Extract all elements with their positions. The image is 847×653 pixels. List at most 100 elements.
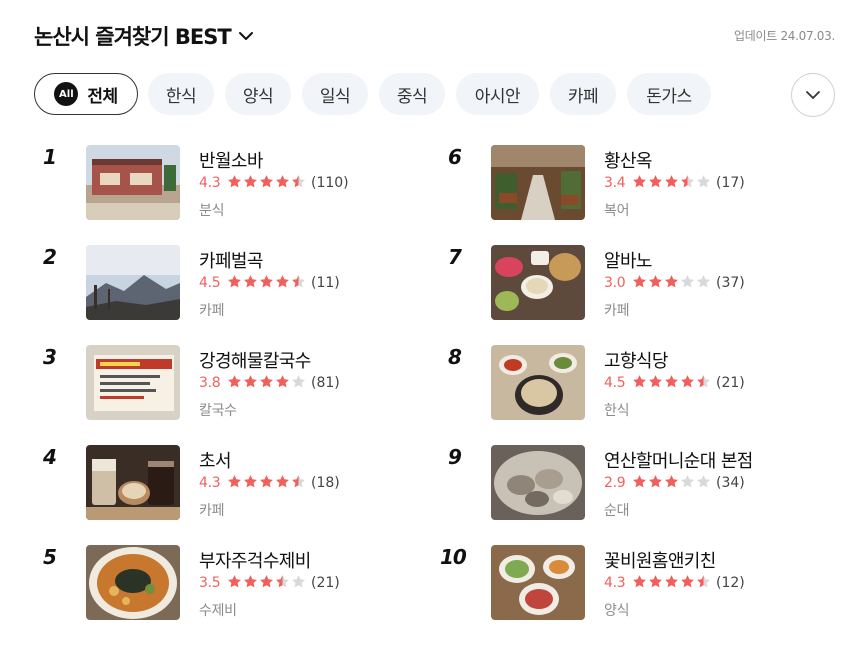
ranking-item[interactable]: 6 황산옥 3.4 (17) 복어 (448, 145, 808, 221)
star-icon (664, 174, 680, 193)
rank-number: 5 (43, 545, 57, 569)
star-icon (680, 574, 696, 593)
rating: 4.5 (21) (604, 374, 745, 392)
rank-number: 1 (43, 145, 57, 169)
filter-chip-all[interactable]: All 전체 (34, 73, 138, 115)
star-icon (648, 174, 664, 193)
review-count: (12) (716, 575, 745, 591)
star-icon (291, 174, 307, 193)
rank-number: 8 (448, 345, 462, 369)
star-icon (291, 374, 307, 393)
rank-number: 6 (448, 145, 462, 169)
restaurant-name[interactable]: 황산옥 (604, 147, 652, 173)
rating-score: 4.3 (199, 475, 221, 491)
star-icon (259, 474, 275, 493)
restaurant-name[interactable]: 카페벌곡 (199, 247, 263, 273)
star-icon (696, 374, 712, 393)
rating-score: 3.5 (199, 575, 221, 591)
filter-chip-western[interactable]: 양식 (225, 73, 291, 115)
star-icon (680, 374, 696, 393)
star-icon (243, 374, 259, 393)
filter-chip-chinese[interactable]: 중식 (379, 73, 445, 115)
restaurant-thumbnail[interactable] (86, 445, 180, 520)
restaurant-name[interactable]: 알바노 (604, 247, 652, 273)
star-rating (632, 274, 712, 293)
review-count: (11) (311, 275, 340, 291)
star-icon (696, 174, 712, 193)
filter-chip-tonkatsu[interactable]: 돈가스 (627, 73, 711, 115)
star-icon (664, 274, 680, 293)
star-icon (275, 274, 291, 293)
title-dropdown[interactable]: 논산시 즐겨찾기 BEST (34, 21, 255, 51)
restaurant-name[interactable]: 초서 (199, 447, 232, 473)
ranking-item[interactable]: 2 카페벌곡 4.5 (11) 카페 (43, 245, 403, 321)
restaurant-name[interactable]: 부자주걱수제비 (199, 547, 311, 573)
ranking-item[interactable]: 7 알바노 3.0 (37) 카페 (448, 245, 808, 321)
rating-score: 3.8 (199, 375, 221, 391)
star-icon (648, 474, 664, 493)
filter-chip-label: 카페 (567, 86, 599, 107)
restaurant-category: 양식 (604, 603, 630, 619)
star-rating (227, 474, 307, 493)
star-icon (632, 374, 648, 393)
restaurant-thumbnail[interactable] (491, 145, 585, 220)
star-icon (664, 474, 680, 493)
rank-number: 7 (448, 245, 462, 269)
star-icon (275, 374, 291, 393)
rating-score: 3.0 (604, 275, 626, 291)
restaurant-name[interactable]: 연산할머니순대 본점 (604, 447, 753, 473)
star-icon (664, 574, 680, 593)
restaurant-thumbnail[interactable] (86, 245, 180, 320)
filter-chip-asian[interactable]: 아시안 (456, 73, 539, 115)
header: 논산시 즐겨찾기 BEST 업데이트 24.07.03. (34, 18, 835, 52)
restaurant-name[interactable]: 강경해물칼국수 (199, 347, 311, 373)
ranking-item[interactable]: 4 초서 4.3 (18) 카페 (43, 445, 403, 521)
restaurant-name[interactable]: 꽃비원홈앤키친 (604, 547, 716, 573)
rank-number: 4 (43, 445, 57, 469)
rating-score: 4.5 (199, 275, 221, 291)
star-icon (291, 574, 307, 593)
star-icon (696, 474, 712, 493)
rating: 2.9 (34) (604, 474, 745, 492)
ranking-item[interactable]: 5 부자주걱수제비 3.5 (21) 수제비 (43, 545, 403, 621)
rank-number: 2 (43, 245, 57, 269)
filter-chip-japanese[interactable]: 일식 (302, 73, 368, 115)
star-rating (227, 174, 307, 193)
expand-filters-button[interactable] (791, 73, 835, 117)
ranking-item[interactable]: 1 반월소바 4.3 (110) 분식 (43, 145, 403, 221)
restaurant-thumbnail[interactable] (86, 145, 180, 220)
restaurant-category: 칼국수 (199, 403, 237, 419)
restaurant-thumbnail[interactable] (86, 545, 180, 620)
filter-chip-label: 중식 (396, 86, 428, 107)
star-icon (259, 174, 275, 193)
rating-score: 4.3 (199, 175, 221, 191)
review-count: (34) (716, 475, 745, 491)
star-icon (680, 474, 696, 493)
star-icon (259, 574, 275, 593)
filter-chip-label: 양식 (242, 86, 274, 107)
chevron-down-icon (238, 32, 253, 40)
star-icon (259, 374, 275, 393)
ranking-item[interactable]: 8 고향식당 4.5 (21) 한식 (448, 345, 808, 421)
rank-number: 9 (448, 445, 462, 469)
restaurant-name[interactable]: 반월소바 (199, 147, 263, 173)
restaurant-thumbnail[interactable] (491, 345, 585, 420)
ranking-item[interactable]: 9 연산할머니순대 본점 2.9 (34) 순대 (448, 445, 808, 521)
rating-score: 4.3 (604, 575, 626, 591)
restaurant-name[interactable]: 고향식당 (604, 347, 668, 373)
restaurant-thumbnail[interactable] (86, 345, 180, 420)
rank-number: 10 (440, 545, 467, 569)
restaurant-thumbnail[interactable] (491, 245, 585, 320)
restaurant-thumbnail[interactable] (491, 545, 585, 620)
ranking-item[interactable]: 10 꽃비원홈앤키친 4.3 (12) 양식 (440, 545, 808, 621)
filter-chip-cafe[interactable]: 카페 (550, 73, 616, 115)
star-rating (227, 374, 307, 393)
rating: 3.5 (21) (199, 574, 340, 592)
filter-chip-korean[interactable]: 한식 (148, 73, 214, 115)
star-icon (632, 574, 648, 593)
restaurant-thumbnail[interactable] (491, 445, 585, 520)
star-rating (632, 574, 712, 593)
filter-chip-label: 일식 (319, 86, 351, 107)
star-icon (275, 474, 291, 493)
ranking-item[interactable]: 3 강경해물칼국수 3.8 (81) 칼국수 (43, 345, 403, 421)
